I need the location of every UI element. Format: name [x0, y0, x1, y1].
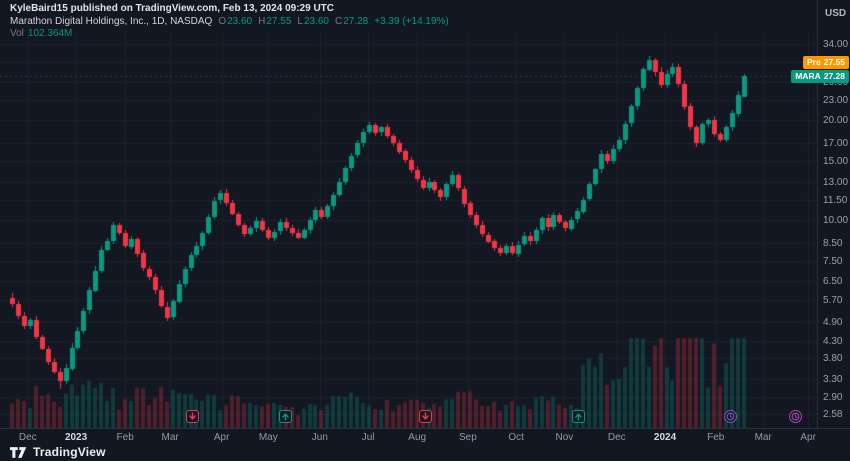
arrow-up-icon: [574, 412, 583, 421]
candlestick-chart[interactable]: [0, 32, 818, 428]
volume-value: 102.364M: [28, 28, 72, 39]
time-tick-month: Mar: [755, 432, 772, 443]
tradingview-mark-icon: [10, 446, 27, 459]
tradingview-logo[interactable]: TradingView: [10, 445, 106, 459]
time-tick-month: Jun: [312, 432, 328, 443]
price-tick-label: 2.90: [823, 392, 842, 403]
price-tick-label: 5.70: [823, 295, 842, 306]
time-tick-month: Apr: [800, 432, 816, 443]
price-tick-label: 4.90: [823, 317, 842, 328]
time-tick-month: Feb: [707, 432, 724, 443]
upcoming-earnings-marker[interactable]: [789, 410, 802, 423]
time-tick-month: Aug: [408, 432, 426, 443]
earnings-beat-marker[interactable]: [572, 410, 585, 423]
price-tick-label: 34.00: [823, 39, 848, 50]
attribution-text: KyleBaird15 published on TradingView.com…: [10, 3, 334, 14]
price-tick-label: 3.80: [823, 353, 842, 364]
time-tick-month: Apr: [214, 432, 230, 443]
price-tick-label: 8.50: [823, 238, 842, 249]
clock-icon: [726, 412, 735, 421]
price-tick-label: 6.50: [823, 276, 842, 287]
time-tick-month: Feb: [117, 432, 134, 443]
premarket-price-badge: Pre27.55: [803, 56, 849, 69]
volume-label: Vol: [10, 28, 24, 39]
price-tick-label: 13.00: [823, 177, 848, 188]
change-value: +3.39 (+14.19%): [374, 16, 449, 27]
time-tick-year: 2024: [654, 432, 676, 443]
price-tick-label: 23.00: [823, 95, 848, 106]
event-markers-row: [0, 410, 818, 425]
symbol-title[interactable]: Marathon Digital Holdings, Inc., 1D, NAS…: [10, 16, 212, 27]
price-tick-label: 2.58: [823, 409, 842, 420]
time-tick-month: Nov: [556, 432, 574, 443]
ohlc-high: H27.55: [258, 16, 291, 27]
clock-icon: [791, 412, 800, 421]
price-tick-label: 11.50: [823, 195, 847, 206]
time-tick-month: Dec: [608, 432, 626, 443]
ohlc-low: L23.60: [297, 16, 329, 27]
upcoming-earnings-marker[interactable]: [724, 410, 737, 423]
time-tick-month: Jul: [362, 432, 375, 443]
price-axis[interactable]: USD 34.0030.0026.0023.0020.0017.0015.001…: [817, 0, 850, 428]
ohlc-close: C27.28: [335, 16, 368, 27]
price-tick-label: 15.00: [823, 156, 848, 167]
currency-label: USD: [825, 8, 846, 19]
price-tick-label: 10.00: [823, 215, 848, 226]
price-tick-label: 17.00: [823, 138, 848, 149]
chart-legend: Marathon Digital Holdings, Inc., 1D, NAS…: [10, 16, 449, 27]
arrow-down-icon: [188, 412, 197, 421]
price-tick-label: 4.30: [823, 336, 842, 347]
price-tick-label: 7.50: [823, 256, 842, 267]
earnings-beat-marker[interactable]: [279, 410, 292, 423]
price-tick-label: 20.00: [823, 115, 848, 126]
earnings-miss-marker[interactable]: [186, 410, 199, 423]
price-tick-label: 3.30: [823, 374, 842, 385]
earnings-miss-marker[interactable]: [419, 410, 432, 423]
time-tick-month: May: [259, 432, 278, 443]
arrow-down-icon: [421, 412, 430, 421]
time-tick-month: Mar: [162, 432, 179, 443]
tradingview-wordmark: TradingView: [33, 445, 106, 459]
arrow-up-icon: [281, 412, 290, 421]
ohlc-open: O23.60: [218, 16, 252, 27]
tradingview-published-chart: KyleBaird15 published on TradingView.com…: [0, 0, 850, 461]
time-tick-month: Dec: [19, 432, 37, 443]
time-axis[interactable]: Dec 2023 Feb Mar Apr May Jun Jul Aug Sep Oct Nov Dec…: [0, 428, 850, 446]
time-tick-year: 2023: [65, 432, 87, 443]
last-price-badge: MARA27.28: [791, 70, 849, 83]
time-tick-month: Sep: [459, 432, 477, 443]
volume-legend: Vol 102.364M: [10, 28, 72, 39]
time-tick-month: Oct: [508, 432, 524, 443]
